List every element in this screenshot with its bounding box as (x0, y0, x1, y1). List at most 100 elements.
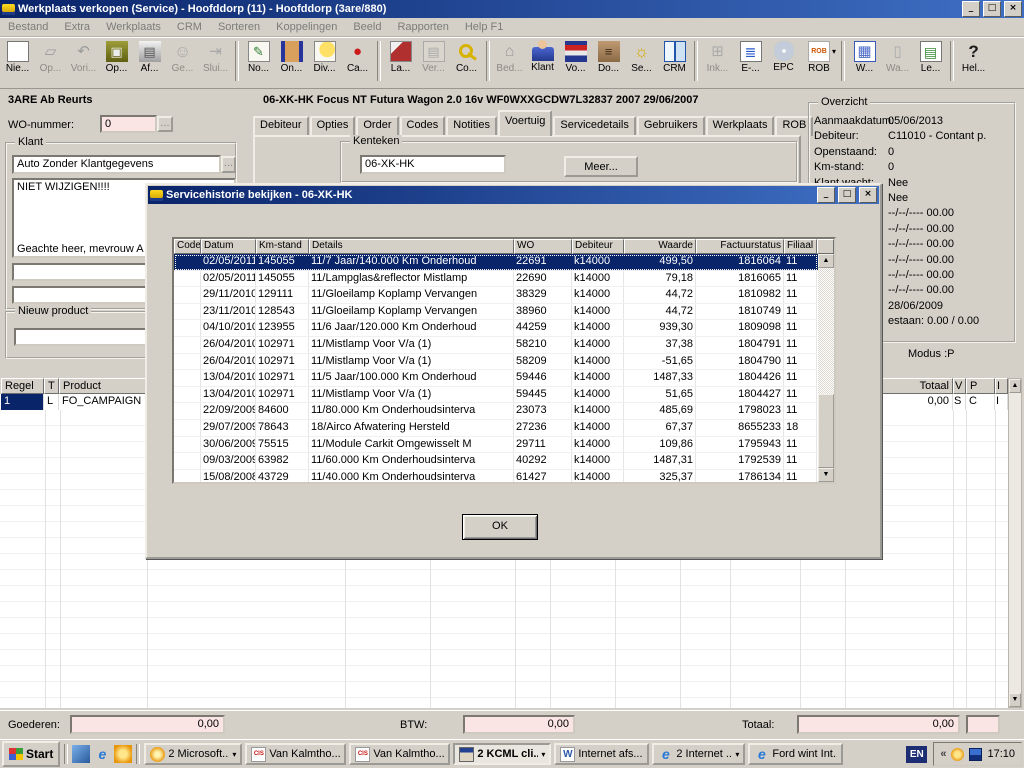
scroll-up-icon[interactable]: ▲ (818, 254, 834, 268)
tab-servicedetails[interactable]: Servicedetails (553, 116, 635, 136)
dropdown-arrow-icon[interactable]: ▾ (232, 750, 236, 759)
tab-codes[interactable]: Codes (400, 116, 446, 136)
column-header-regel[interactable]: Regel (1, 378, 44, 394)
tab-notities[interactable]: Notities (446, 116, 497, 136)
tab-voertuig[interactable]: Voertuig (498, 110, 552, 136)
column-header-i[interactable]: I (995, 378, 1008, 394)
lade-hand-book-button[interactable]: La... (384, 39, 417, 83)
save-floppy-button[interactable]: ▣Op... (100, 39, 133, 83)
column-header-factuurstatus[interactable]: Factuurstatus (696, 239, 784, 254)
column-header-waarde[interactable]: Waarde (624, 239, 696, 254)
menu-item-sorteren[interactable]: Sorteren (210, 20, 268, 34)
notepad-pencil-button[interactable]: ✎No... (242, 39, 275, 83)
service-history-row[interactable]: 26/04/201010297111/Mistlamp Voor V/a (1)… (174, 354, 818, 371)
menu-item-beeld[interactable]: Beeld (345, 20, 389, 34)
tab-order[interactable]: Order (356, 116, 398, 136)
service-history-row[interactable]: 13/04/201010297111/5 Jaar/100.000 Km Ond… (174, 370, 818, 387)
column-header-wo[interactable]: WO (514, 239, 572, 254)
clock-document-button[interactable]: Div... (308, 39, 341, 83)
column-header-p[interactable]: P (966, 378, 995, 394)
service-history-row[interactable]: 26/04/201010297111/Mistlamp Voor V/a (1)… (174, 337, 818, 354)
tab-gebruikers[interactable]: Gebruikers (637, 116, 705, 136)
klant-person-button[interactable]: Klant (526, 39, 559, 83)
kenteken-input[interactable]: 06-XK-HK (360, 155, 506, 174)
quicklaunch-show-desktop-icon[interactable] (72, 745, 90, 763)
service-history-row[interactable]: 13/04/201010297111/Mistlamp Voor V/a (1)… (174, 387, 818, 404)
e-document-button[interactable]: ≣E-... (734, 39, 767, 83)
service-history-row[interactable]: 22/09/20098460011/80.000 Km Onderhoudsin… (174, 403, 818, 420)
column-header-filiaal[interactable]: Filiaal (784, 239, 817, 254)
tray-chevron-icon[interactable]: « (940, 748, 946, 760)
service-dish-button[interactable]: ☼Se... (625, 39, 658, 83)
scroll-up-icon[interactable]: ▲ (1009, 379, 1021, 393)
wo-browse-button[interactable]: ... (157, 116, 173, 132)
column-header-product[interactable]: Product (59, 378, 147, 394)
grid-cell-regel[interactable]: 1 (1, 394, 44, 410)
menu-item-rapporten[interactable]: Rapporten (389, 20, 456, 34)
grid-cell-p[interactable]: C (966, 394, 995, 410)
handshake-button[interactable]: On... (275, 39, 308, 83)
service-history-row[interactable]: 30/06/20097551511/Module Carkit Omgewiss… (174, 437, 818, 454)
scroll-down-icon[interactable]: ▼ (818, 468, 834, 482)
grid-cell-product[interactable]: FO_CAMPAIGN (59, 394, 147, 410)
menu-item-extra[interactable]: Extra (56, 20, 98, 34)
taskbar-button-van-kalmtho[interactable]: CISVan Kalmtho... (245, 743, 346, 765)
scrollbar-thumb[interactable] (818, 394, 834, 468)
service-history-row[interactable]: 23/11/201012854311/Gloeilamp Koplamp Ver… (174, 304, 818, 321)
menu-item-help-f1[interactable]: Help F1 (457, 20, 512, 34)
service-history-row[interactable]: 29/07/20097864318/Airco Afwatering Herst… (174, 420, 818, 437)
taskbar-button-2-internet[interactable]: e2 Internet ...▾ (652, 743, 745, 765)
dialog-minimize-icon[interactable]: _ (817, 187, 835, 203)
new-document-button[interactable]: Nie... (1, 39, 34, 83)
werkblad-grid-button[interactable]: ▦W... (848, 39, 881, 83)
column-header-t[interactable]: T (44, 378, 59, 394)
klant-name-input[interactable]: Auto Zonder Klantgegevens (12, 155, 221, 174)
start-button[interactable]: Start (2, 741, 60, 767)
calculatie-button[interactable]: ●Ca... (341, 39, 374, 83)
column-header-debiteur[interactable]: Debiteur (572, 239, 624, 254)
wo-number-input[interactable]: 0 (100, 115, 157, 133)
menu-item-werkplaats[interactable]: Werkplaats (98, 20, 169, 34)
voertuigen-cars-button[interactable]: Vo... (559, 39, 592, 83)
taskbar-button-van-kalmtho[interactable]: CISVan Kalmtho... (349, 743, 450, 765)
service-history-row[interactable]: 29/11/201012911111/Gloeilamp Koplamp Ver… (174, 287, 818, 304)
close-icon[interactable]: × (1004, 1, 1022, 17)
table-vertical-scrollbar[interactable]: ▲ ▼ (818, 254, 834, 482)
grid-cell-i[interactable]: I (995, 394, 1008, 410)
service-history-row[interactable]: 02/05/201114505511/Lampglas&reflector Mi… (174, 271, 818, 288)
dropdown-arrow-icon[interactable]: ▾ (735, 750, 739, 759)
help-button[interactable]: ?Hel... (957, 39, 990, 83)
grid-cell-t[interactable]: L (44, 394, 59, 410)
minimize-icon[interactable]: _ (962, 1, 980, 17)
scroll-down-icon[interactable]: ▼ (1009, 693, 1021, 707)
quicklaunch-scheduler-clock-icon[interactable] (114, 745, 132, 763)
leveranciers-list-button[interactable]: ▤Le... (914, 39, 947, 83)
rob-button[interactable]: ROBROB▾ (800, 39, 838, 83)
klant-browse-button[interactable]: ... (221, 156, 236, 173)
dropdown-arrow-icon[interactable]: ▾ (541, 750, 545, 759)
maximize-icon[interactable]: □ (983, 1, 1001, 17)
column-header-datum[interactable]: Datum (201, 239, 256, 254)
sleutels-keys-button[interactable]: Co... (450, 39, 483, 83)
column-header-v[interactable]: V (953, 378, 966, 394)
dossier-cabinet-button[interactable]: ≡Do... (592, 39, 625, 83)
taskbar-button-ford-wint-int[interactable]: eFord wint Int... (748, 743, 843, 765)
taskbar-button-2-microsoft[interactable]: 2 Microsoft...▾ (144, 743, 242, 765)
menu-item-bestand[interactable]: Bestand (0, 20, 56, 34)
tab-werkplaats[interactable]: Werkplaats (706, 116, 775, 136)
dialog-close-icon[interactable]: × (859, 187, 877, 203)
crm-book-button[interactable]: CRM (658, 39, 691, 83)
service-history-row[interactable]: 15/08/20084372911/40.000 Km Onderhoudsin… (174, 470, 818, 482)
menu-item-koppelingen[interactable]: Koppelingen (268, 20, 345, 34)
menu-item-crm[interactable]: CRM (169, 20, 210, 34)
meer-button[interactable]: Meer... (564, 156, 638, 177)
tab-debiteur[interactable]: Debiteur (253, 116, 309, 136)
column-header-code[interactable]: Code (174, 239, 201, 254)
taskbar-button-internet-afs[interactable]: WInternet afs... (554, 743, 649, 765)
print-button[interactable]: ▤Af... (133, 39, 166, 83)
taskbar-button-2-kcml-cli[interactable]: 2 KCML cli...▾ (453, 743, 551, 765)
service-history-row[interactable]: 04/10/201012395511/6 Jaar/120.000 Km Ond… (174, 320, 818, 337)
service-history-row[interactable]: 02/05/201114505511/7 Jaar/140.000 Km Ond… (174, 254, 818, 271)
grid-vertical-scrollbar[interactable]: ▲ ▼ (1008, 378, 1022, 708)
tray-network-icon[interactable] (969, 748, 982, 761)
